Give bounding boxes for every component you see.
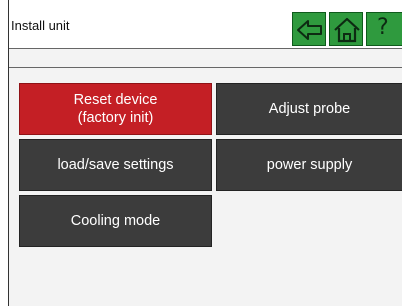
reset-device-label-line2: (factory init)	[77, 110, 154, 126]
cooling-mode-label: Cooling mode	[70, 213, 161, 229]
page-title: Install unit	[11, 18, 70, 33]
reset-device-button[interactable]: Reset device (factory init)	[19, 83, 212, 135]
help-button[interactable]: ?	[366, 12, 402, 46]
back-button[interactable]	[292, 12, 326, 46]
device-screen: Install unit ? Reset device (factory ini…	[8, 0, 402, 306]
cooling-mode-button[interactable]: Cooling mode	[19, 195, 212, 247]
help-icon: ?	[377, 15, 389, 40]
load-save-settings-label: load/save settings	[57, 157, 174, 173]
reset-device-label-line1: Reset device	[73, 92, 158, 108]
home-button[interactable]	[329, 12, 363, 46]
power-supply-label: power supply	[266, 157, 353, 173]
power-supply-button[interactable]: power supply	[216, 139, 402, 191]
menu-grid: Reset device (factory init) Adjust probe…	[9, 68, 402, 306]
adjust-probe-button[interactable]: Adjust probe	[216, 83, 402, 135]
home-icon	[334, 17, 360, 43]
adjust-probe-label: Adjust probe	[268, 101, 351, 117]
load-save-settings-button[interactable]: load/save settings	[19, 139, 212, 191]
arrow-left-icon	[297, 20, 322, 40]
header-bar: Install unit ?	[9, 0, 402, 49]
